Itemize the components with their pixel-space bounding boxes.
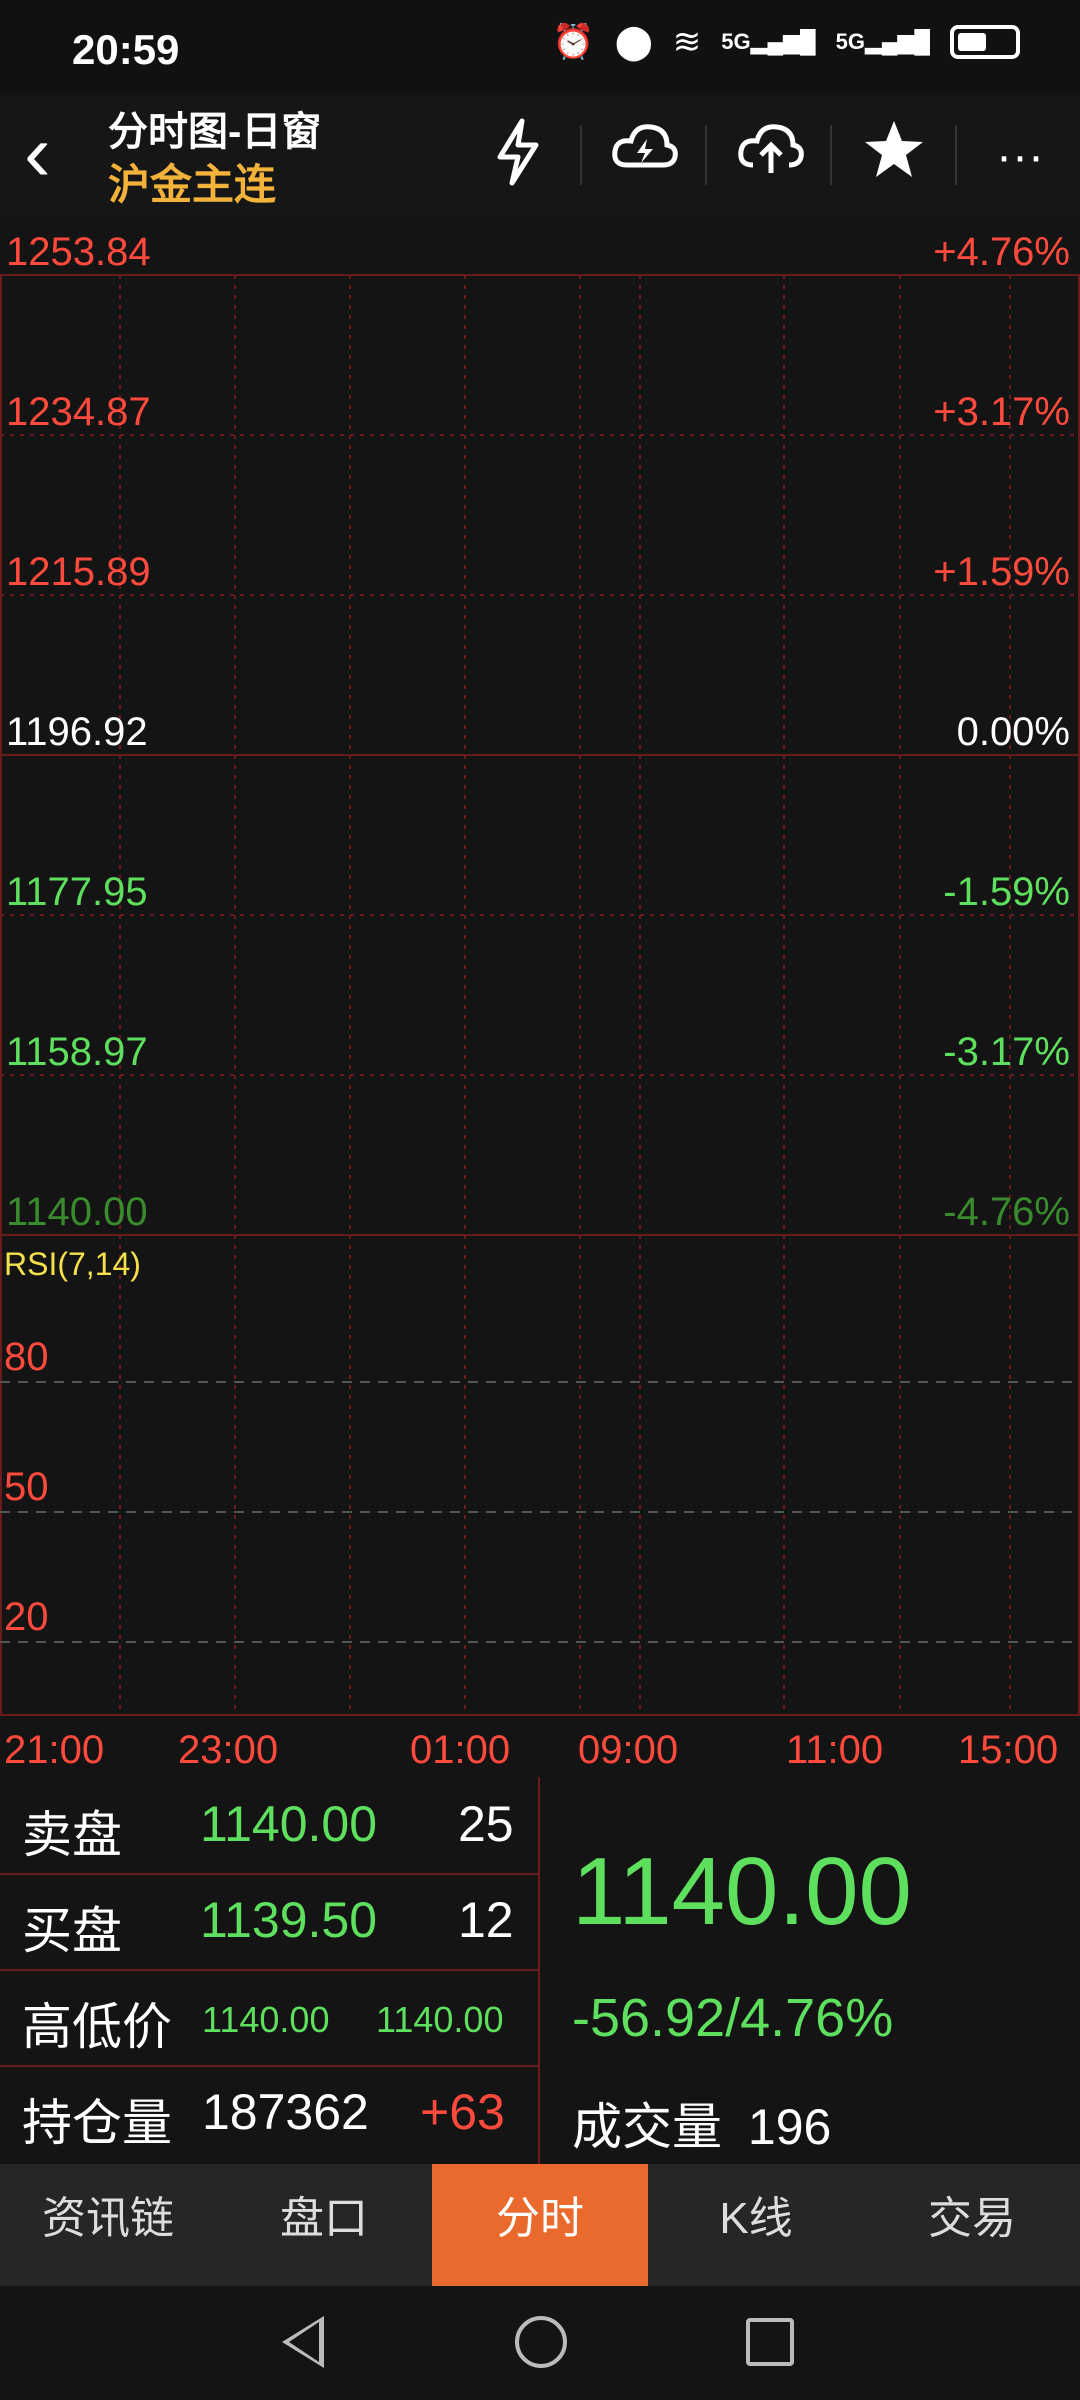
open-interest-row: 持仓量 187362 +63: [0, 2065, 538, 2161]
nav-home-icon[interactable]: [515, 2316, 567, 2368]
buy-row: 买盘 1139.50 12: [0, 1873, 538, 1971]
high-low-label: 高低价: [22, 1999, 172, 2055]
nav-recent-icon[interactable]: [746, 2318, 794, 2366]
status-bar: 20:59 ⏰ ⬤ ≋ 5G▂▄▆█ 5G▂▄▆█: [0, 0, 1080, 95]
tab-order-book[interactable]: 盘口: [216, 2164, 432, 2286]
last-price: 1140.00: [572, 1838, 912, 1945]
percent-label: 0.00%: [957, 710, 1070, 754]
rsi-level-label: 50: [4, 1465, 49, 1509]
wifi-icon: ≋: [672, 23, 702, 61]
price-change: -56.92/4.76%: [572, 1988, 894, 2048]
volume-label: 成交量: [572, 2099, 722, 2155]
price-label: 1140.00: [6, 1190, 148, 1234]
volume: 成交量 196: [572, 2087, 831, 2159]
tab-news-chain[interactable]: 资讯链: [0, 2164, 216, 2286]
tab-timeshare[interactable]: 分时: [432, 2164, 648, 2286]
tab-kline[interactable]: K线: [648, 2164, 864, 2286]
open-interest-value: 187362: [202, 2084, 369, 2140]
timeshare-chart[interactable]: 1253.84 +4.76% 1234.87 +3.17% 1215.89 +1.59% 1…: [0, 215, 1080, 1775]
percent-label: -4.76%: [943, 1190, 1070, 1234]
rsi-level-label: 80: [4, 1335, 49, 1379]
percent-label: -1.59%: [943, 870, 1070, 914]
tab-trade[interactable]: 交易: [864, 2164, 1080, 2286]
cloud-upload-icon[interactable]: [730, 117, 810, 197]
signal-2-icon: 5G▂▄▆█: [835, 29, 930, 54]
time-label: 23:00: [178, 1728, 278, 1772]
order-book: 卖盘 1140.00 25 买盘 1139.50 12 高低价 1140.00 …: [0, 1777, 540, 2164]
time-label: 11:00: [786, 1728, 883, 1772]
cloud-sync-icon[interactable]: [604, 117, 684, 197]
status-time: 20:59: [72, 26, 180, 73]
high-low-row: 高低价 1140.00 1140.00: [0, 1969, 538, 2067]
percent-label: +3.17%: [933, 390, 1070, 434]
page-title: 分时图-日窗: [108, 110, 322, 154]
high-price: 1140.00: [202, 1999, 330, 2040]
back-arrow-icon[interactable]: ‹: [24, 113, 51, 193]
signal-1-icon: 5G▂▄▆█: [721, 29, 816, 54]
buy-qty: 12: [458, 1892, 514, 1948]
chart-border: [0, 274, 1080, 1716]
rsi-level-label: 20: [4, 1595, 49, 1639]
time-label: 09:00: [578, 1728, 678, 1772]
sell-price: 1140.00: [200, 1796, 378, 1852]
alarm-icon: ⏰: [552, 23, 595, 61]
price-label: 1253.84: [6, 230, 151, 274]
more-icon[interactable]: ···: [980, 117, 1060, 197]
price-label: 1215.89: [6, 550, 151, 594]
sell-row: 卖盘 1140.00 25: [0, 1777, 538, 1875]
percent-label: +4.76%: [933, 230, 1070, 274]
open-interest-change: +63: [420, 2084, 505, 2140]
quote-panel: 卖盘 1140.00 25 买盘 1139.50 12 高低价 1140.00 …: [0, 1777, 1080, 2164]
low-price: 1140.00: [376, 1999, 504, 2040]
price-label: 1158.97: [6, 1030, 148, 1074]
volume-value: 196: [747, 2099, 832, 2155]
rsi-label: RSI(7,14): [4, 1246, 141, 1282]
lightning-icon[interactable]: [478, 117, 558, 197]
location-icon: ⬤: [614, 23, 653, 61]
time-label: 21:00: [4, 1728, 104, 1772]
favorite-star-icon[interactable]: [854, 117, 934, 197]
contract-name: 沪金主连: [108, 161, 277, 208]
percent-label: -3.17%: [943, 1030, 1070, 1074]
buy-label: 买盘: [22, 1903, 122, 1959]
app-header: ‹ 分时图-日窗 沪金主连 ···: [0, 95, 1080, 215]
price-label: 1196.92: [6, 710, 148, 754]
sell-qty: 25: [458, 1796, 514, 1852]
buy-price: 1139.50: [200, 1892, 378, 1948]
battery-icon: [950, 25, 1020, 59]
price-label: 1177.95: [6, 870, 148, 914]
time-label: 01:00: [410, 1728, 510, 1772]
bottom-tabs: 资讯链 盘口 分时 K线 交易: [0, 2164, 1080, 2286]
system-nav-bar: [0, 2286, 1080, 2400]
percent-label: +1.59%: [933, 550, 1070, 594]
time-label: 15:00: [958, 1728, 1058, 1772]
price-label: 1234.87: [6, 390, 151, 434]
open-interest-label: 持仓量: [22, 2095, 172, 2151]
sell-label: 卖盘: [22, 1807, 122, 1863]
status-icons: ⏰ ⬤ ≋ 5G▂▄▆█ 5G▂▄▆█: [552, 22, 1020, 62]
